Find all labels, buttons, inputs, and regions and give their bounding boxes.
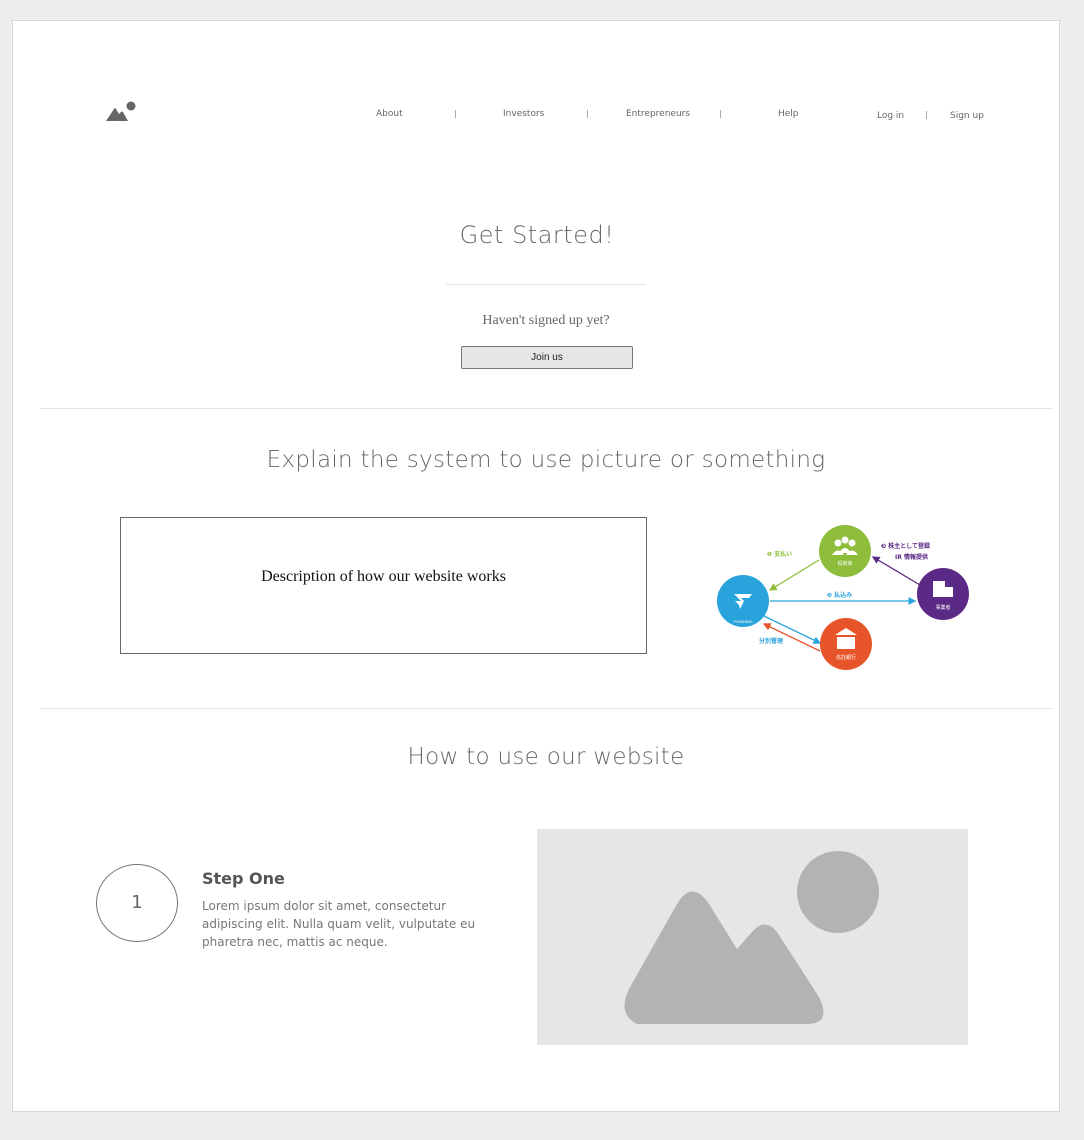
auth-separator: [926, 111, 927, 119]
explain-section-title: Explain the system to use picture or som…: [266, 447, 826, 473]
step-description: Lorem ipsum dolor sit amet, consectetur …: [202, 899, 476, 949]
step-title: Step One: [202, 869, 285, 888]
diagram-separate-label: 分別管理: [759, 637, 783, 645]
diagram-step2-label: ❷ 払込み: [827, 591, 852, 599]
description-box: Description of how our website works: [120, 517, 647, 654]
bank-label: 信託銀行: [836, 654, 856, 661]
hero-title: Get Started!: [459, 221, 615, 249]
page: About Investors Entrepreneurs Help Log i…: [12, 20, 1060, 1112]
nav-separator: [720, 110, 721, 118]
company-label: 事業者: [935, 604, 950, 611]
step-number-circle: 1: [96, 864, 178, 942]
section-divider: [40, 708, 1053, 709]
howto-section-title: How to use our website: [407, 744, 685, 770]
diagram-center-label: FUNDINNO: [734, 620, 753, 624]
section-divider: [40, 408, 1053, 409]
login-link[interactable]: Log in: [877, 111, 904, 121]
join-us-button[interactable]: Join us: [461, 346, 633, 369]
nav-separator: [587, 110, 588, 118]
nav-separator: [455, 110, 456, 118]
diagram-step3-label: ❸ 株主として登録: [881, 542, 931, 550]
hero-divider: [446, 284, 646, 285]
system-diagram: FUNDINNO 投資家 事業者 信託銀行 ❶ 支払い ❷ 払込み ❸ 株主とし…: [717, 525, 969, 670]
investor-label: 投資家: [837, 560, 852, 567]
hero-subtitle: Haven't signed up yet?: [482, 313, 610, 328]
description-text: Description of how our website works: [261, 568, 506, 585]
nav-item-entrepreneurs[interactable]: Entrepreneurs: [626, 109, 690, 119]
image-placeholder-icon: [537, 829, 968, 1045]
logo-icon[interactable]: [106, 101, 138, 125]
nav-item-help[interactable]: Help: [778, 109, 799, 119]
nav-item-investors[interactable]: Investors: [503, 109, 544, 119]
signup-link[interactable]: Sign up: [950, 111, 984, 121]
diagram-step1-label: ❶ 支払い: [767, 550, 792, 558]
nav-item-about[interactable]: About: [376, 109, 403, 119]
diagram-step3-sublabel: IR 情報提供: [895, 553, 928, 561]
